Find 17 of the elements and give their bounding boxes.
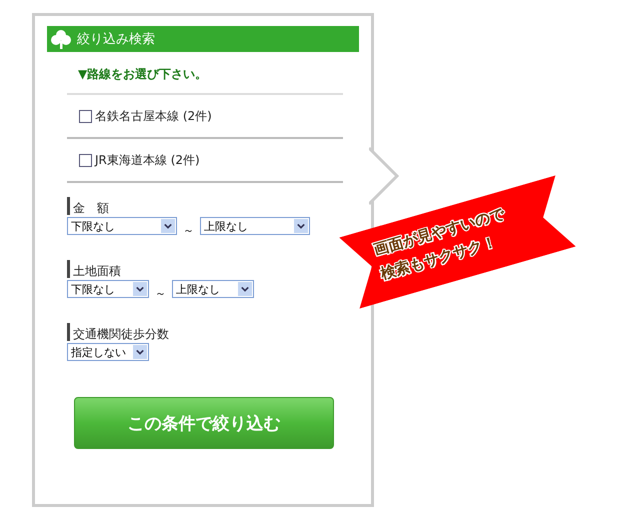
route-checkbox[interactable]: JR東海道本線 (2件) — [79, 152, 200, 168]
clover-icon — [51, 29, 71, 49]
chevron-down-icon — [133, 345, 147, 359]
range-separator: ～ — [183, 223, 194, 238]
dropdown[interactable]: 下限なし — [67, 217, 177, 235]
section-heading: ▼路線をお選び下さい。 — [67, 52, 343, 95]
dropdown[interactable]: 上限なし — [200, 217, 310, 235]
header-title: 絞り込み検索 — [77, 31, 155, 48]
chevron-down-icon — [294, 219, 308, 233]
route-checkbox[interactable]: 名鉄名古屋本線 (2件) — [79, 108, 212, 124]
dropdown[interactable]: 指定しない — [67, 343, 149, 361]
dropdown[interactable]: 上限なし — [172, 280, 254, 298]
chevron-down-icon — [161, 219, 175, 233]
chevron-down-icon — [238, 282, 252, 296]
range-separator: ～ — [155, 286, 166, 301]
chevron-down-icon — [133, 282, 147, 296]
dropdown[interactable]: 下限なし — [67, 280, 149, 298]
